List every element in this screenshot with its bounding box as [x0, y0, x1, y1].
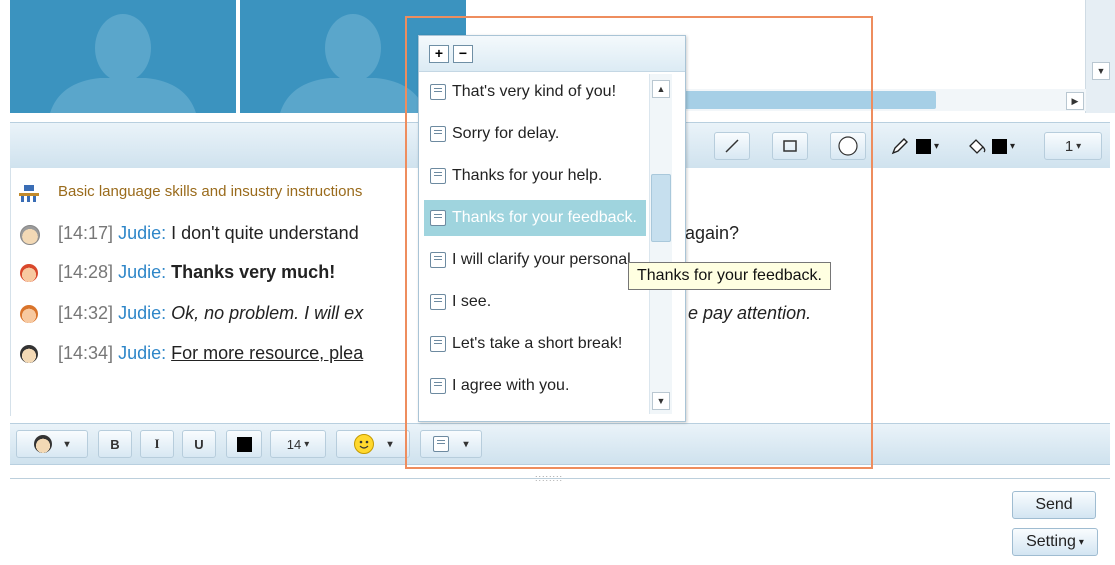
message-line: [14:34] Judie: For more resource, plea [58, 343, 364, 363]
message-continuation: e pay attention. [688, 303, 812, 323]
list-item[interactable]: That's very kind of you! [424, 74, 646, 110]
bold-button[interactable]: B [98, 430, 132, 458]
line-tool-button[interactable] [714, 132, 750, 160]
list-item-selected[interactable]: Thanks for your feedback. [424, 200, 646, 236]
message-line: [14:32] Judie: Ok, no problem. I will ex [58, 303, 364, 323]
pencil-icon [891, 138, 908, 155]
list-icon [430, 210, 446, 226]
scroll-down-icon[interactable]: ▼ [1092, 62, 1110, 80]
setting-label: Setting [1026, 533, 1076, 550]
circle-icon [838, 136, 858, 156]
line-width-dropdown[interactable]: 1 ▾ [1044, 132, 1102, 160]
send-button[interactable]: Send [1012, 491, 1096, 519]
group-icon [19, 185, 39, 202]
tooltip: Thanks for your feedback. [628, 262, 831, 290]
pencil-color-swatch[interactable] [916, 138, 931, 154]
list-icon [430, 84, 446, 100]
quick-phrase-panel: + − That's very kind of you! Sorry for d… [418, 35, 686, 422]
minus-icon[interactable]: − [453, 45, 473, 63]
list-item[interactable]: I will clarify your personal [424, 242, 646, 278]
phrase-list-scroll-thumb[interactable] [651, 174, 671, 242]
notice-text: Basic language skills and insustry instr… [58, 183, 363, 200]
phrase-list-scrollbar[interactable] [649, 74, 672, 414]
list-item[interactable]: Let's take a short break! [424, 326, 646, 362]
paint-bucket-icon [969, 139, 986, 154]
fill-color-picker[interactable]: ▾ [966, 134, 1015, 158]
list-icon [430, 378, 446, 394]
avatar-icon [20, 305, 38, 323]
list-item[interactable]: I see. [424, 284, 646, 320]
list-icon [430, 336, 446, 352]
message-continuation: again? [685, 223, 740, 243]
quick-phrase-dropdown[interactable]: ▾ [420, 430, 482, 458]
list-item[interactable]: Thanks for your help. [424, 158, 646, 194]
phrase-list[interactable]: That's very kind of you! Sorry for delay… [424, 74, 646, 412]
message-line: [14:17] Judie: I don't quite understand [58, 223, 359, 243]
format-toolbar [10, 423, 1110, 465]
message-line: [14:28] Judie: Thanks very much! [58, 262, 336, 282]
plus-icon[interactable]: + [429, 45, 449, 63]
user-silhouette-icon [50, 14, 196, 113]
line-width-value: 1 [1064, 137, 1074, 155]
text-color-swatch [236, 436, 252, 452]
text-color-picker[interactable] [226, 430, 262, 458]
list-icon [430, 126, 446, 142]
setting-button[interactable]: Setting ▾ [1012, 528, 1098, 556]
line-icon [725, 139, 739, 153]
rectangle-icon [783, 140, 797, 152]
avatar-icon [20, 345, 38, 363]
vertical-scrollbar[interactable] [1085, 0, 1115, 113]
list-icon [430, 252, 446, 268]
avatar-icon [34, 435, 53, 453]
list-item[interactable]: I agree with you. [424, 368, 646, 404]
panel-header: + − [419, 36, 685, 72]
fill-color-swatch[interactable] [992, 138, 1007, 154]
list-icon [433, 436, 450, 452]
video-tile-1 [10, 0, 236, 113]
scroll-right-icon[interactable]: ▶ [1066, 92, 1084, 110]
font-size-dropdown[interactable]: 14 ▾ [270, 430, 326, 458]
resize-grip[interactable]: :::::::: [535, 473, 563, 483]
message-input[interactable] [10, 478, 1110, 565]
italic-button[interactable]: I [140, 430, 174, 458]
emoji-dropdown[interactable]: ▾ [336, 430, 410, 458]
pencil-color-picker[interactable]: ▾ [890, 134, 939, 158]
circle-tool-button[interactable] [830, 132, 866, 160]
list-icon [430, 168, 446, 184]
underline-button[interactable]: U [182, 430, 216, 458]
avatar-icon [20, 225, 40, 245]
scroll-up-icon[interactable]: ▲ [652, 80, 670, 98]
smiley-icon [354, 434, 375, 454]
list-item[interactable]: Sorry for delay. [424, 116, 646, 152]
rectangle-tool-button[interactable] [772, 132, 808, 160]
horizontal-scroll-thumb[interactable] [680, 91, 936, 109]
font-size-value: 14 [286, 436, 302, 452]
avatar-dropdown[interactable]: ▾ [16, 430, 88, 458]
avatar-icon [20, 264, 38, 282]
list-icon [430, 294, 446, 310]
scroll-down-icon[interactable]: ▼ [652, 392, 670, 410]
